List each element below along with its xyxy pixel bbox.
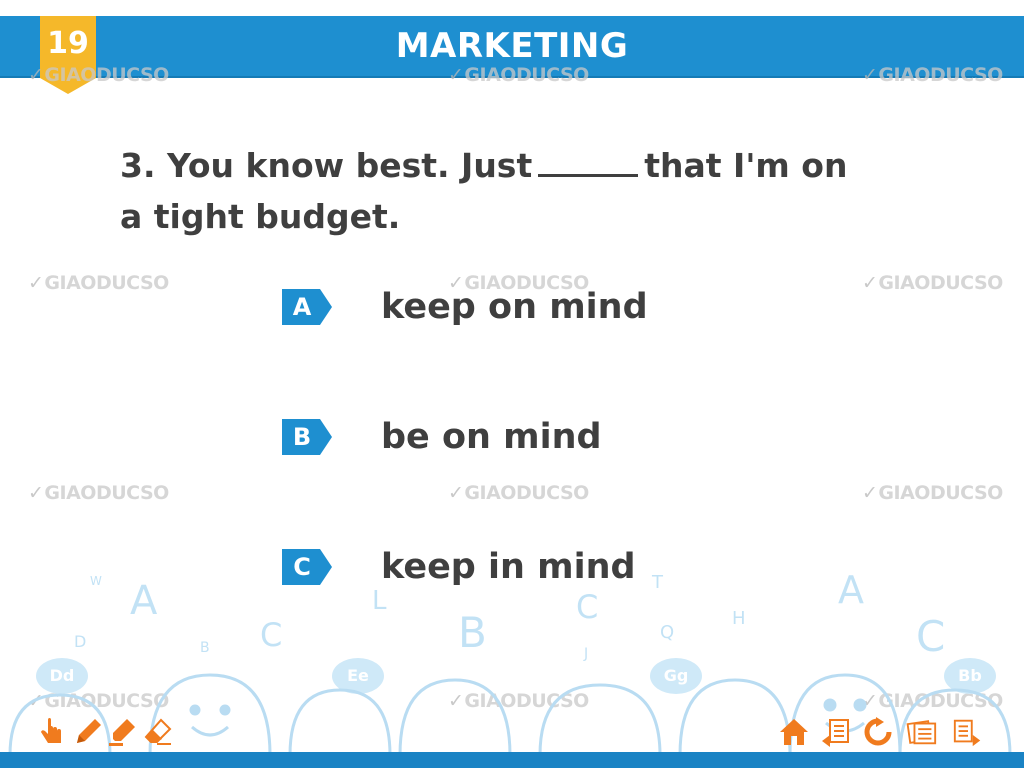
watermark: ✓GIAODUCSO xyxy=(28,272,169,294)
background-letter: C xyxy=(916,612,946,661)
option-a[interactable]: A keep on mind xyxy=(282,282,648,332)
question-before-blank: 3. You know best. Just xyxy=(120,146,533,185)
watermark: ✓GIAODUCSO xyxy=(862,482,1003,504)
bottom-bar xyxy=(0,752,1024,768)
eraser-icon[interactable] xyxy=(142,716,174,748)
watermark: ✓GIAODUCSO xyxy=(448,64,589,86)
background-letter: Q xyxy=(660,622,675,643)
option-a-letter: A xyxy=(292,293,312,321)
previous-page-icon[interactable] xyxy=(820,716,852,748)
background-letter: W xyxy=(90,574,102,588)
option-b[interactable]: B be on mind xyxy=(282,412,602,462)
option-b-letter: B xyxy=(292,423,312,451)
next-page-icon[interactable] xyxy=(952,716,984,748)
watermark: ✓GIAODUCSO xyxy=(862,272,1003,294)
background-letter: C xyxy=(260,616,283,654)
background-letter: A xyxy=(838,568,864,612)
option-a-text: keep on mind xyxy=(381,287,648,327)
watermark: ✓GIAODUCSO xyxy=(448,482,589,504)
notes-icon[interactable] xyxy=(906,716,938,748)
option-b-text: be on mind xyxy=(381,417,602,457)
option-a-tag: A xyxy=(282,287,334,327)
background-letter: T xyxy=(652,572,663,593)
background-letter: D xyxy=(74,632,87,651)
answer-blank xyxy=(538,144,639,177)
background-letter: B xyxy=(200,640,210,656)
option-c-text: keep in mind xyxy=(381,547,636,587)
background-letter: L xyxy=(372,586,387,616)
marker-pen-icon[interactable] xyxy=(72,716,104,748)
background-letter: B xyxy=(458,608,487,657)
background-letter: A xyxy=(130,578,158,624)
option-c-tag: C xyxy=(282,547,334,587)
background-letter: H xyxy=(732,608,746,629)
home-icon[interactable] xyxy=(778,716,810,748)
option-c[interactable]: C keep in mind xyxy=(282,542,636,592)
option-c-letter: C xyxy=(293,553,311,581)
watermark: ✓GIAODUCSO xyxy=(28,64,169,86)
refresh-icon[interactable] xyxy=(862,716,894,748)
question-text: 3. You know best. Just that I'm on a tigh… xyxy=(120,140,880,242)
pointer-hand-icon[interactable] xyxy=(36,716,68,748)
watermark: ✓GIAODUCSO xyxy=(28,482,169,504)
unit-number: 19 xyxy=(47,26,89,61)
option-b-tag: B xyxy=(282,417,334,457)
highlighter-icon[interactable] xyxy=(106,716,138,748)
background-letter: C xyxy=(576,588,599,626)
watermark: ✓GIAODUCSO xyxy=(862,64,1003,86)
